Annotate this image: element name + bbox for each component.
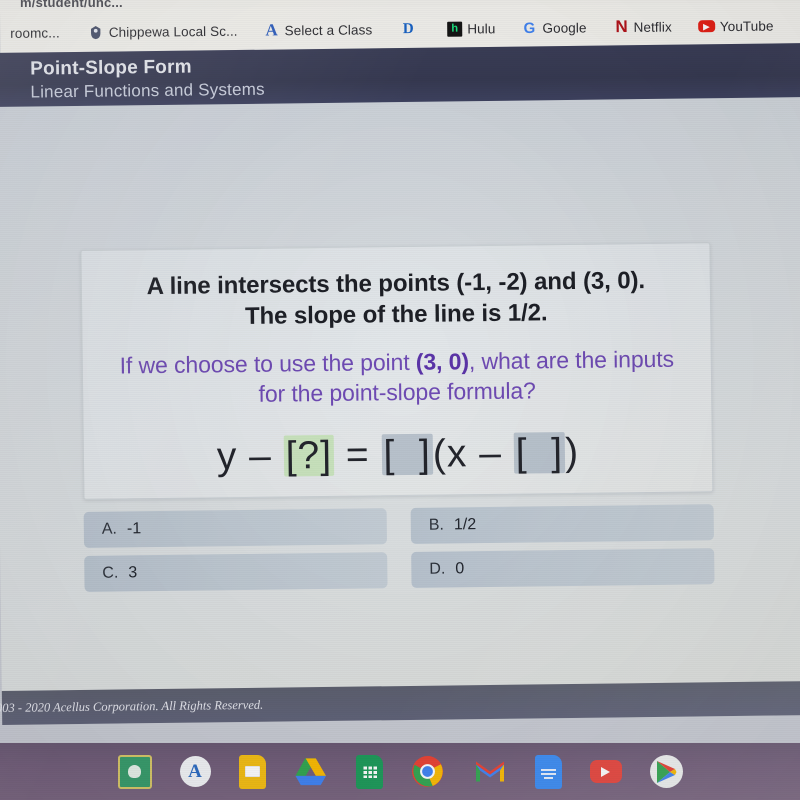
bookmark-label: YouTube	[719, 18, 774, 34]
formula-blank-2[interactable]: [ ]	[381, 433, 434, 476]
choice-a[interactable]: A. -1	[83, 508, 388, 548]
bookmark-label: Select a Class	[284, 21, 373, 38]
bookmark-label: Chippewa Local Sc...	[108, 23, 238, 40]
point-slope-formula: y – [?] = [ ](x – [ ])	[100, 431, 696, 479]
question-prompt: If we choose to use the point (3, 0), wh…	[99, 345, 696, 412]
bookmark-label: Google	[542, 19, 587, 36]
formula-minus-2: –	[478, 432, 503, 476]
question-card: A line intersects the points (-1, -2) an…	[80, 242, 714, 501]
choice-letter: D.	[429, 560, 446, 578]
screen-photo: m/student/unc... roomc... Chippewa Local…	[0, 0, 800, 800]
google-slides-icon[interactable]	[238, 754, 266, 789]
choice-value: -1	[126, 520, 142, 538]
formula-equals: =	[345, 433, 370, 477]
choice-letter: C.	[102, 564, 119, 582]
choice-letter: B.	[428, 516, 445, 534]
hulu-icon: h	[447, 21, 463, 37]
google-classroom-icon[interactable]	[117, 754, 152, 789]
google-drive-icon[interactable]	[294, 755, 328, 789]
google-g-icon: G	[523, 19, 536, 37]
bookmark-label: Hulu	[467, 20, 496, 37]
formula-blank-1[interactable]: [?]	[283, 434, 335, 478]
choice-value: 1/2	[453, 516, 477, 534]
google-docs-icon[interactable]	[534, 754, 562, 789]
google-sheets-icon[interactable]	[355, 754, 383, 789]
youtube-icon[interactable]	[589, 760, 622, 783]
prompt-pre-text: If we choose to use the point	[119, 349, 417, 379]
answer-choices: A. -1 B. 1/2 C. 3 D. 0	[83, 504, 715, 592]
chrome-icon[interactable]	[411, 755, 445, 789]
choice-value: 0	[455, 560, 465, 578]
formula-minus-1: –	[248, 434, 273, 479]
netflix-n-icon: N	[615, 16, 626, 37]
disney-plus-icon: D	[402, 20, 414, 37]
lesson-page: Point-Slope Form Linear Functions and Sy…	[0, 43, 800, 725]
bookmark-netflix[interactable]: N Netflix	[607, 17, 676, 38]
bookmark-select-a-class[interactable]: A Select a Class	[259, 19, 378, 40]
bookmark-google[interactable]: G Google	[516, 17, 591, 38]
school-crest-icon	[88, 24, 104, 40]
bookmark-hulu[interactable]: h Hulu	[442, 19, 500, 39]
choice-d[interactable]: D. 0	[411, 548, 715, 588]
formula-y: y	[216, 435, 238, 479]
lesson-header: Point-Slope Form Linear Functions and Sy…	[0, 43, 800, 107]
bookmark-label: roomc...	[10, 24, 60, 41]
bookmark-roomc[interactable]: roomc...	[0, 22, 65, 43]
youtube-icon: ▶	[697, 20, 715, 33]
choice-c[interactable]: C. 3	[84, 552, 388, 592]
prompt-point-value: (3, 0)	[415, 348, 470, 376]
choice-b[interactable]: B. 1/2	[410, 504, 715, 544]
letter-a-icon: A	[265, 20, 278, 40]
gmail-icon[interactable]	[473, 755, 507, 789]
bookmark-disney-plus[interactable]: D	[395, 19, 426, 39]
copyright-text: 003 - 2020 Acellus Corporation. All Righ…	[0, 697, 264, 715]
page-footer: 003 - 2020 Acellus Corporation. All Righ…	[0, 681, 800, 725]
bookmark-youtube[interactable]: ▶ YouTube	[693, 16, 779, 36]
acellus-icon[interactable]: A	[179, 756, 211, 787]
formula-close-paren: )	[564, 431, 580, 475]
os-shelf[interactable]: A	[0, 743, 800, 800]
bookmark-chippewa[interactable]: Chippewa Local Sc...	[83, 21, 243, 43]
folder-icon	[0, 25, 5, 41]
play-store-icon[interactable]	[649, 755, 683, 788]
bookmark-label: Netflix	[633, 19, 672, 35]
choice-letter: A.	[101, 520, 118, 538]
formula-blank-3[interactable]: [ ]	[513, 431, 566, 475]
choice-value: 3	[128, 564, 138, 582]
formula-open-paren-x: (x	[432, 432, 468, 476]
